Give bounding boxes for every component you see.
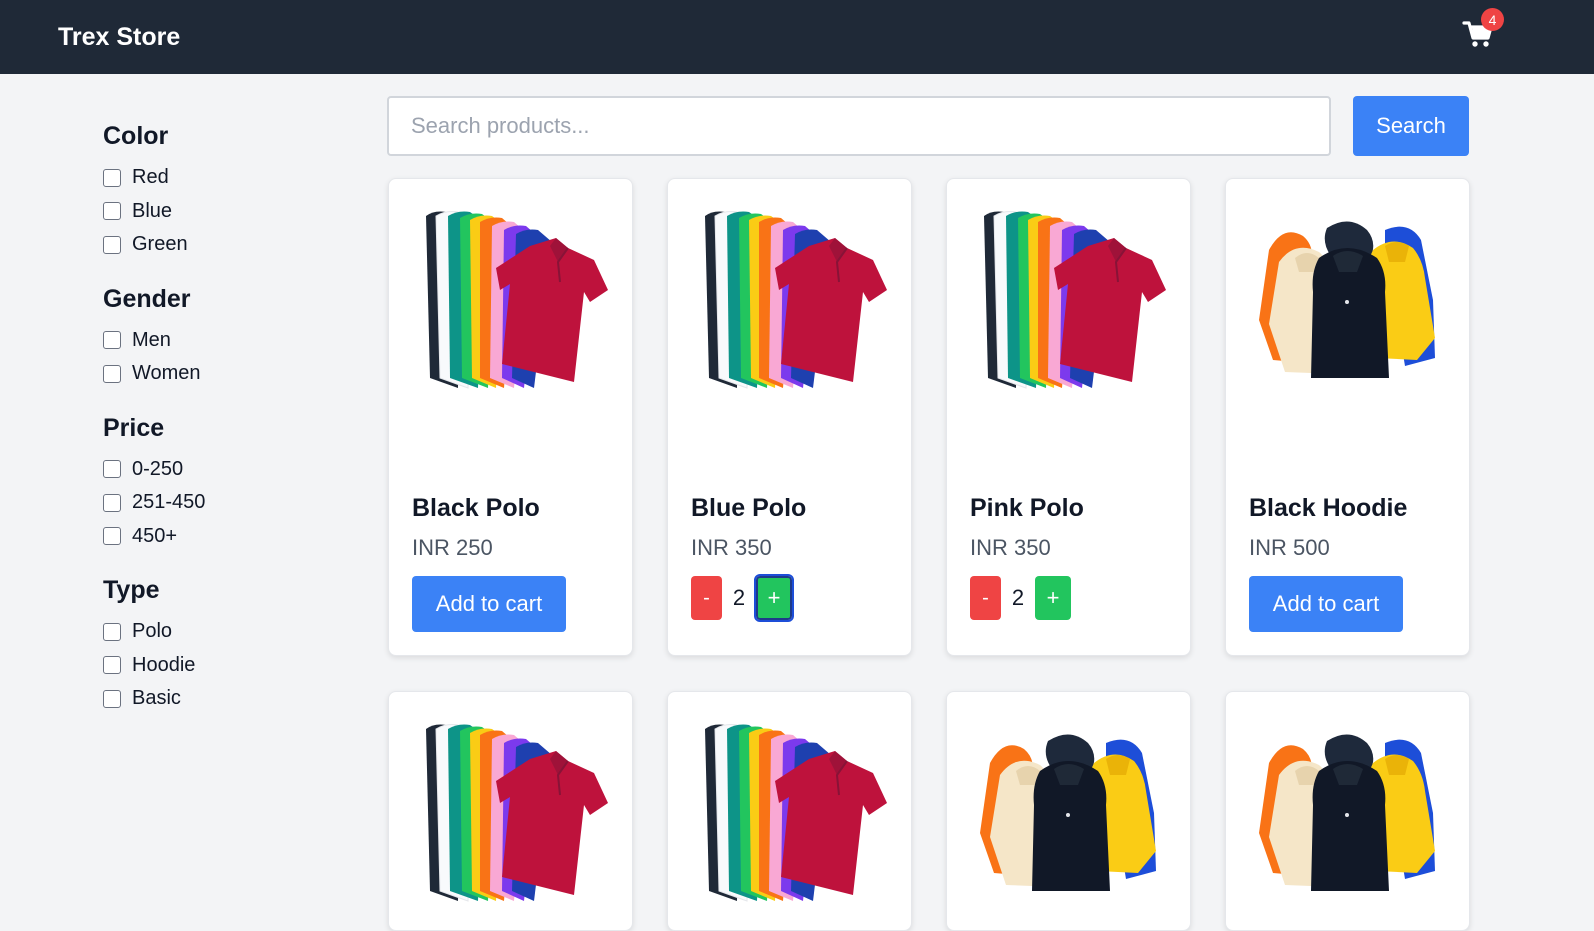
decrease-quantity-button[interactable]: -	[970, 576, 1001, 620]
filter-group-gender: Gender Men Women	[103, 285, 363, 391]
filter-sidebar: Color Red Blue Green Gender Men Women Pr…	[103, 74, 363, 716]
filter-option-label: 251-450	[132, 491, 206, 514]
polo-shirts-image	[412, 202, 610, 399]
filter-option-label: Green	[132, 233, 188, 256]
product-image-hoodie[interactable]	[970, 715, 1168, 912]
filter-option-price-0-250[interactable]: 0-250	[103, 453, 363, 487]
filter-option-blue[interactable]: Blue	[103, 195, 363, 229]
filter-title: Gender	[103, 284, 191, 313]
product-image-polo[interactable]	[691, 202, 889, 399]
product-name[interactable]: Black Hoodie	[1249, 494, 1407, 523]
product-price: INR 350	[970, 535, 1051, 560]
checkbox[interactable]	[103, 460, 121, 479]
filter-group-type: Type Polo Hoodie Basic	[103, 576, 363, 716]
filter-title: Type	[103, 576, 160, 604]
hoodies-image	[970, 715, 1168, 912]
product-name[interactable]: Black Polo	[412, 494, 540, 523]
checkbox[interactable]	[103, 168, 121, 187]
product-card: Black Polo INR 250 Add to cart	[388, 178, 633, 656]
product-card: Blue Polo INR 350 - 2 +	[667, 178, 912, 656]
product-image-polo[interactable]	[412, 715, 610, 912]
product-name[interactable]: Pink Polo	[970, 494, 1084, 523]
increase-quantity-button[interactable]: +	[1035, 576, 1071, 620]
checkbox[interactable]	[103, 331, 121, 350]
filter-option-label: Polo	[132, 620, 173, 643]
filter-title: Price	[103, 413, 165, 442]
product-name[interactable]: Blue Polo	[691, 494, 806, 523]
checkbox[interactable]	[103, 493, 121, 512]
product-card	[388, 691, 633, 931]
cart-button[interactable]: 4	[1462, 8, 1504, 56]
product-card: Pink Polo INR 350 - 2 +	[946, 178, 1191, 656]
checkbox[interactable]	[103, 235, 121, 254]
checkbox[interactable]	[103, 622, 121, 641]
brand-title[interactable]: Trex Store	[58, 23, 180, 52]
filter-option-label: 0-250	[132, 457, 184, 480]
quantity-stepper: - 2 +	[970, 576, 1071, 620]
filter-group-price: Price 0-250 251-450 450+	[103, 414, 363, 554]
product-image-polo[interactable]	[970, 202, 1168, 399]
hoodies-image	[1249, 715, 1447, 912]
product-card	[1225, 691, 1470, 931]
product-image-polo[interactable]	[412, 202, 610, 399]
filter-option-label: 450+	[132, 524, 178, 547]
filter-option-label: Blue	[132, 199, 173, 222]
filter-option-label: Hoodie	[132, 653, 196, 676]
polo-shirts-image	[691, 202, 889, 399]
navbar: Trex Store 4	[0, 0, 1594, 74]
product-card	[946, 691, 1191, 931]
filter-option-red[interactable]: Red	[103, 161, 363, 195]
filter-option-women[interactable]: Women	[103, 357, 363, 391]
filter-option-basic[interactable]: Basic	[103, 682, 363, 716]
polo-shirts-image	[970, 202, 1168, 399]
product-card: Black Hoodie INR 500 Add to cart	[1225, 178, 1470, 656]
filter-option-label: Red	[132, 166, 169, 189]
quantity-value: 2	[1011, 585, 1025, 610]
checkbox[interactable]	[103, 202, 121, 221]
filter-option-label: Women	[132, 362, 201, 385]
quantity-value: 2	[732, 585, 746, 610]
checkbox[interactable]	[103, 656, 121, 675]
filter-option-polo[interactable]: Polo	[103, 615, 363, 649]
product-card	[667, 691, 912, 931]
filter-option-price-450-plus[interactable]: 450+	[103, 520, 363, 554]
filter-option-hoodie[interactable]: Hoodie	[103, 649, 363, 683]
product-image-hoodie[interactable]	[1249, 715, 1447, 912]
filter-group-color: Color Red Blue Green	[103, 122, 363, 262]
add-to-cart-button[interactable]: Add to cart	[1249, 576, 1403, 632]
checkbox[interactable]	[103, 689, 121, 708]
product-price: INR 350	[691, 535, 772, 560]
product-price: INR 500	[1249, 535, 1330, 560]
add-to-cart-button[interactable]: Add to cart	[412, 576, 566, 632]
filter-option-green[interactable]: Green	[103, 228, 363, 262]
filter-title: Color	[103, 122, 169, 150]
cart-count-badge: 4	[1481, 8, 1504, 31]
increase-quantity-button[interactable]: +	[754, 574, 794, 622]
decrease-quantity-button[interactable]: -	[691, 576, 722, 620]
polo-shirts-image	[412, 715, 610, 912]
checkbox[interactable]	[103, 527, 121, 546]
filter-option-label: Men	[132, 328, 171, 351]
polo-shirts-image	[691, 715, 889, 912]
quantity-stepper: - 2 +	[691, 574, 794, 622]
product-price: INR 250	[412, 535, 493, 560]
product-image-hoodie[interactable]	[1249, 202, 1447, 399]
filter-option-price-251-450[interactable]: 251-450	[103, 486, 363, 520]
hoodies-image	[1249, 202, 1447, 399]
product-image-polo[interactable]	[691, 715, 889, 912]
filter-option-men[interactable]: Men	[103, 324, 363, 358]
search-input[interactable]	[387, 96, 1331, 156]
checkbox[interactable]	[103, 364, 121, 383]
search-button[interactable]: Search	[1353, 96, 1469, 156]
filter-option-label: Basic	[132, 687, 181, 710]
